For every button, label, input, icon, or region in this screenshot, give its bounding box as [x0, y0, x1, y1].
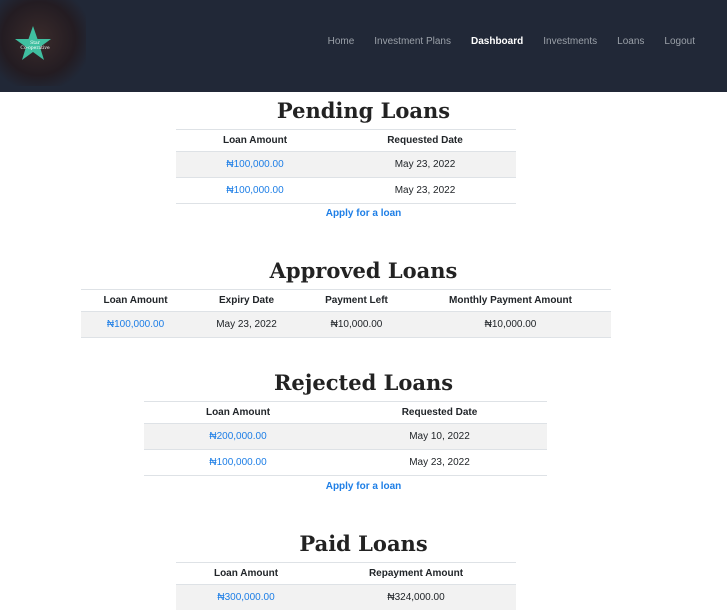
column-header: Loan Amount — [144, 401, 332, 424]
loan-amount-link[interactable]: ₦100,000.00 — [176, 151, 334, 178]
table-row: ₦100,000.00 May 23, 2022 ₦10,000.00 ₦10,… — [81, 311, 611, 338]
apply-for-loan-link[interactable]: Apply for a loan — [0, 208, 727, 220]
monthly-payment-amount: ₦10,000.00 — [410, 311, 611, 338]
table-header-row: Loan Amount Requested Date — [176, 129, 516, 152]
nav-investment-plans[interactable]: Investment Plans — [374, 36, 451, 48]
loan-amount-link[interactable]: ₦100,000.00 — [176, 177, 334, 204]
table-row: ₦100,000.00 May 23, 2022 — [176, 177, 516, 204]
loan-amount-link[interactable]: ₦300,000.00 — [176, 584, 316, 610]
column-header: Payment Left — [303, 289, 410, 312]
requested-date: May 23, 2022 — [332, 449, 547, 476]
top-navbar: Star Co-operative Home Investment Plans … — [0, 0, 727, 92]
paid-loans-title: Paid Loans — [299, 531, 428, 556]
table-row: ₦200,000.00 May 10, 2022 — [144, 423, 547, 450]
nav-investments[interactable]: Investments — [543, 36, 597, 48]
requested-date: May 23, 2022 — [334, 177, 516, 204]
loan-amount-link[interactable]: ₦200,000.00 — [144, 423, 332, 450]
loan-amount-link[interactable]: ₦100,000.00 — [144, 449, 332, 476]
requested-date: May 23, 2022 — [334, 151, 516, 178]
rejected-loans-title: Rejected Loans — [273, 370, 454, 395]
paid-loans-table: Loan Amount Repayment Amount ₦300,000.00… — [176, 562, 516, 610]
brand-logo[interactable]: Star Co-operative — [0, 0, 86, 86]
brand-logo-line2: Co-operative — [20, 46, 50, 51]
brand-logo-text: Star Co-operative — [12, 41, 58, 51]
repayment-amount: ₦324,000.00 — [316, 584, 516, 610]
approved-loans-table: Loan Amount Expiry Date Payment Left Mon… — [81, 289, 611, 338]
table-header-row: Loan Amount Repayment Amount — [176, 562, 516, 585]
pending-loans-table: Loan Amount Requested Date ₦100,000.00 M… — [176, 129, 516, 204]
table-header-row: Loan Amount Expiry Date Payment Left Mon… — [81, 289, 611, 312]
nav-links: Home Investment Plans Dashboard Investme… — [308, 36, 695, 48]
nav-dashboard[interactable]: Dashboard — [471, 36, 523, 48]
nav-loans[interactable]: Loans — [617, 36, 644, 48]
table-header-row: Loan Amount Requested Date — [144, 401, 547, 424]
expiry-date: May 23, 2022 — [190, 311, 303, 338]
column-header: Monthly Payment Amount — [410, 289, 611, 312]
column-header: Loan Amount — [176, 129, 334, 152]
requested-date: May 10, 2022 — [332, 423, 547, 450]
table-row: ₦300,000.00 ₦324,000.00 — [176, 584, 516, 610]
payment-left: ₦10,000.00 — [303, 311, 410, 338]
rejected-loans-table: Loan Amount Requested Date ₦200,000.00 M… — [144, 401, 547, 476]
approved-loans-title: Approved Loans — [269, 258, 458, 283]
loan-amount-link[interactable]: ₦100,000.00 — [81, 311, 190, 338]
column-header: Loan Amount — [81, 289, 190, 312]
column-header: Requested Date — [334, 129, 516, 152]
apply-for-loan-link[interactable]: Apply for a loan — [0, 481, 727, 493]
table-row: ₦100,000.00 May 23, 2022 — [176, 151, 516, 178]
column-header: Repayment Amount — [316, 562, 516, 585]
nav-logout[interactable]: Logout — [664, 36, 695, 48]
column-header: Expiry Date — [190, 289, 303, 312]
nav-home[interactable]: Home — [328, 36, 355, 48]
pending-loans-title: Pending Loans — [276, 98, 451, 123]
column-header: Requested Date — [332, 401, 547, 424]
column-header: Loan Amount — [176, 562, 316, 585]
table-row: ₦100,000.00 May 23, 2022 — [144, 449, 547, 476]
